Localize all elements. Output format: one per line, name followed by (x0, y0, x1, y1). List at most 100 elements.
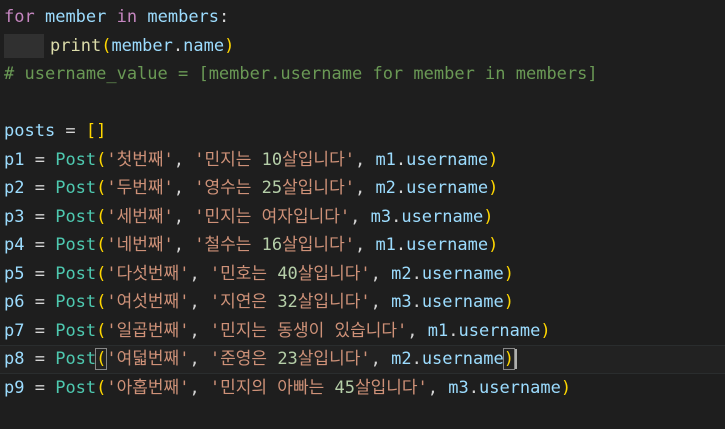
comma: , (350, 206, 371, 227)
user-variable: m1 (375, 149, 396, 170)
open-paren: ( (95, 348, 108, 370)
close-paren: ) (224, 35, 235, 56)
comma: , (173, 206, 195, 227)
code-line-5[interactable]: posts = [] (0, 117, 725, 146)
post-variable: p6 (4, 292, 25, 312)
body-string-end: 살입니다' (354, 377, 428, 398)
post-lines: p1 = Post('첫번째', '민지는 10살입니다', m1.userna… (0, 146, 725, 403)
assign-operator: = (24, 377, 56, 398)
title-string: '여덟번째' (106, 349, 190, 369)
code-line-3[interactable]: # username_value = [member.username for … (0, 60, 725, 89)
dot: . (395, 149, 407, 170)
code-line-1[interactable]: for member in members: (0, 3, 725, 32)
assign-operator: = (24, 206, 56, 227)
post-variable: p2 (4, 178, 25, 198)
assign-operator: = (24, 149, 56, 170)
user-variable: m1 (375, 235, 396, 255)
assign-operator: = (24, 263, 56, 284)
comma: , (354, 235, 376, 255)
body-string-end: 살입니다' (297, 349, 371, 369)
title-string: '여섯번째' (106, 292, 190, 312)
body-string-start: '민지는 (194, 149, 262, 170)
post-variable: p5 (4, 263, 25, 284)
code-line-13[interactable]: p8 = Post('여덟번째', '준영은 23살입니다', m2.usern… (0, 345, 725, 374)
comma: , (354, 149, 376, 170)
code-line-6[interactable]: p1 = Post('첫번째', '민지는 10살입니다', m1.userna… (0, 146, 725, 175)
age-number: 10 (261, 149, 283, 170)
body-string-end: 살입니다' (282, 178, 355, 198)
assign-operator: = (24, 292, 56, 312)
dot: . (391, 206, 402, 227)
assign-operator: = (24, 178, 56, 198)
code-line-12[interactable]: p7 = Post('일곱번째', '민지는 동생이 있습니다', m1.use… (0, 317, 725, 346)
post-class: Post (55, 320, 97, 341)
name-attribute: name (183, 35, 225, 56)
body-string-end: 살입니다' (297, 292, 371, 312)
age-number: 32 (277, 292, 298, 312)
dot: . (411, 349, 422, 369)
age-number: 40 (277, 263, 298, 284)
list-brackets: [] (85, 121, 107, 141)
comma: , (354, 178, 376, 198)
dot: . (448, 320, 459, 341)
comma: , (189, 377, 210, 398)
comma: , (173, 178, 195, 198)
code-line-7[interactable]: p2 = Post('두번째', '영수는 25살입니다', m2.userna… (0, 174, 725, 203)
code-line-10[interactable]: p5 = Post('다섯번째', '민호는 40살입니다', m2.usern… (0, 260, 725, 289)
body-string-start: '민지는 동생이 있습니다' (209, 320, 408, 341)
username-attribute: username (421, 292, 504, 312)
assign-operator: = (55, 121, 86, 141)
code-line-4-empty[interactable] (0, 89, 725, 118)
username-attribute: username (421, 349, 504, 369)
code-editor[interactable]: for member in members: print(member.name… (0, 0, 725, 429)
print-function: print (50, 35, 102, 56)
iterable-variable: members (147, 7, 220, 27)
code-line-9[interactable]: p4 = Post('네번째', '철수는 16살입니다', m1.userna… (0, 231, 725, 260)
open-paren: ( (96, 206, 107, 227)
code-line-2[interactable]: print(member.name) (0, 32, 725, 61)
dot: . (411, 292, 422, 312)
close-paren: ) (503, 292, 514, 312)
post-variable: p4 (4, 235, 25, 255)
dot: . (395, 178, 407, 198)
comma: , (407, 320, 428, 341)
age-number: 25 (261, 178, 283, 198)
comma: , (173, 149, 195, 170)
close-paren: ) (488, 178, 499, 198)
code-line-11[interactable]: p6 = Post('여섯번째', '지연은 32살입니다', m3.usern… (0, 288, 725, 317)
comma: , (189, 263, 210, 284)
close-paren: ) (488, 149, 499, 170)
title-string: '아홉번째' (106, 377, 190, 398)
username-attribute: username (406, 149, 489, 170)
comma: , (370, 349, 392, 369)
post-variable: p9 (4, 377, 25, 398)
close-paren: ) (540, 320, 551, 341)
body-string-start: '민지는 여자입니다' (194, 206, 351, 227)
posts-variable: posts (4, 121, 56, 141)
text-cursor (514, 349, 517, 369)
post-class: Post (55, 349, 97, 369)
comma: , (427, 377, 449, 398)
age-number: 23 (277, 349, 298, 369)
body-string-start: '민지의 아빠는 (209, 377, 335, 398)
code-line-14[interactable]: p9 = Post('아홉번째', '민지의 아빠는 45살입니다', m3.u… (0, 374, 725, 403)
post-class: Post (55, 235, 97, 255)
loop-variable: member (44, 7, 107, 27)
dot: . (468, 377, 479, 398)
post-variable: p8 (4, 349, 25, 369)
open-paren: ( (96, 320, 107, 341)
post-class: Post (55, 149, 97, 170)
post-variable: p1 (4, 149, 25, 170)
body-string-end: 살입니다' (282, 149, 355, 170)
body-string-end: 살입니다' (297, 263, 371, 284)
username-attribute: username (406, 235, 489, 255)
open-paren: ( (96, 178, 107, 198)
title-string: '다섯번째' (106, 263, 190, 284)
username-attribute: username (478, 377, 561, 398)
post-variable: p3 (4, 206, 25, 227)
dot: . (395, 235, 407, 255)
code-line-8[interactable]: p3 = Post('세번째', '민지는 여자입니다', m3.usernam… (0, 203, 725, 232)
colon: : (219, 7, 230, 27)
member-object: member (111, 35, 173, 56)
title-string: '세번째' (106, 206, 174, 227)
